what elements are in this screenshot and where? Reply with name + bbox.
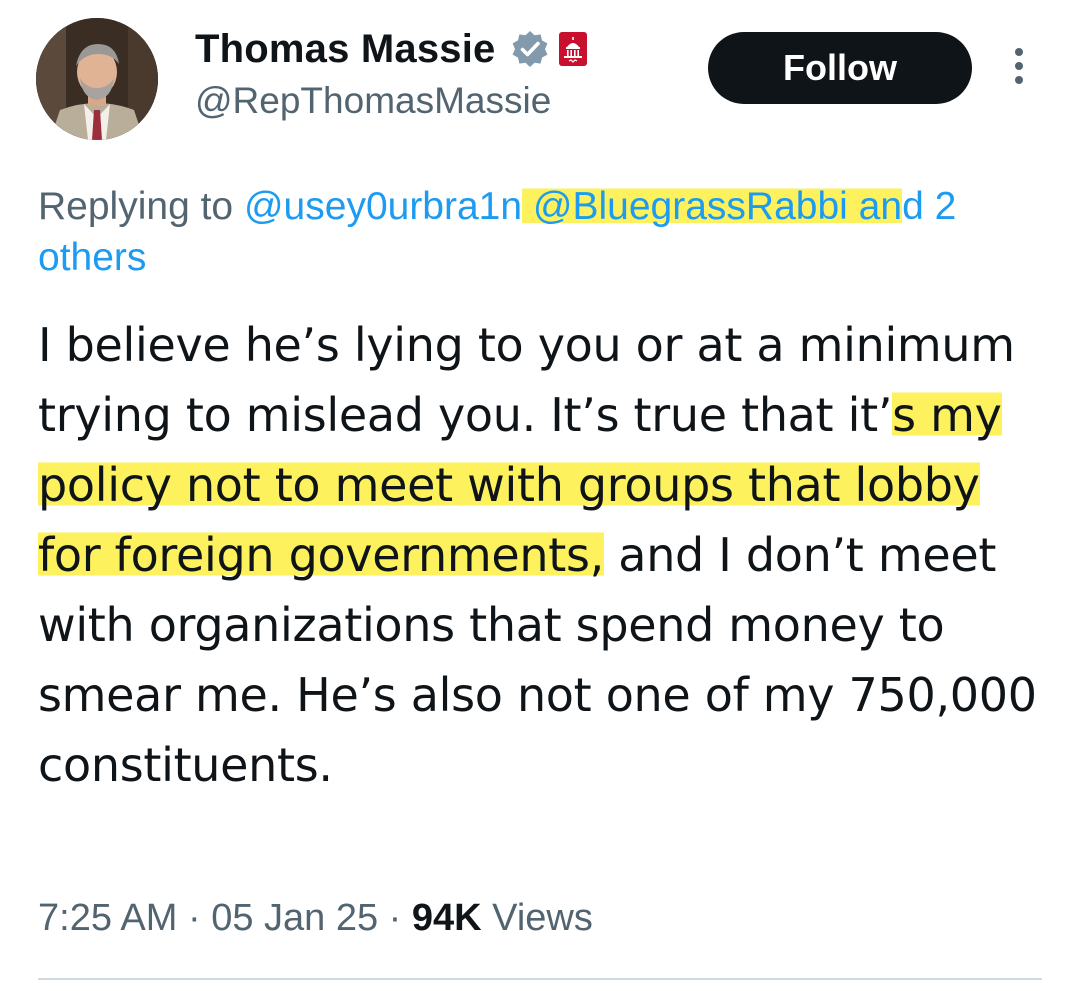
author-name-row: Thomas Massie bbox=[195, 24, 588, 74]
more-vertical-icon[interactable] bbox=[1008, 48, 1030, 88]
user-handle[interactable]: @RepThomasMassie bbox=[195, 80, 551, 122]
replying-to-line: Replying to @usey0urbra1n @BluegrassRabb… bbox=[38, 168, 1080, 246]
others-link[interactable]: others bbox=[38, 226, 146, 290]
views-label[interactable]: Views bbox=[482, 897, 593, 939]
meta-separator: · bbox=[378, 897, 412, 939]
tweet-time[interactable]: 7:25 AM bbox=[38, 897, 177, 939]
mention-link-highlighted[interactable]: @BluegrassRabbi an bbox=[522, 185, 903, 228]
meta-separator: · bbox=[177, 897, 212, 939]
tweet-date[interactable]: 05 Jan 25 bbox=[211, 897, 378, 939]
views-count[interactable]: 94K bbox=[412, 897, 482, 939]
mention-text: @BluegrassRabbi bbox=[532, 185, 848, 228]
tweet-text-part: I believe he’s lying to you or at a mini… bbox=[38, 318, 1015, 442]
us-capitol-seal-icon[interactable] bbox=[558, 31, 588, 67]
others-count-link[interactable]: d 2 bbox=[902, 185, 956, 228]
replying-to-label: Replying to bbox=[38, 185, 234, 228]
and-text: an bbox=[858, 185, 903, 228]
verified-badge-icon[interactable] bbox=[510, 29, 550, 69]
avatar-photo bbox=[36, 18, 158, 140]
display-name[interactable]: Thomas Massie bbox=[195, 27, 496, 72]
avatar[interactable] bbox=[36, 18, 158, 140]
tweet-meta: 7:25 AM · 05 Jan 25 · 94K Views bbox=[38, 888, 593, 948]
divider bbox=[38, 978, 1042, 980]
mention-link[interactable]: @usey0urbra1n bbox=[244, 185, 522, 228]
tweet-text: I believe he’s lying to you or at a mini… bbox=[38, 310, 1038, 800]
follow-button[interactable]: Follow bbox=[708, 32, 972, 104]
